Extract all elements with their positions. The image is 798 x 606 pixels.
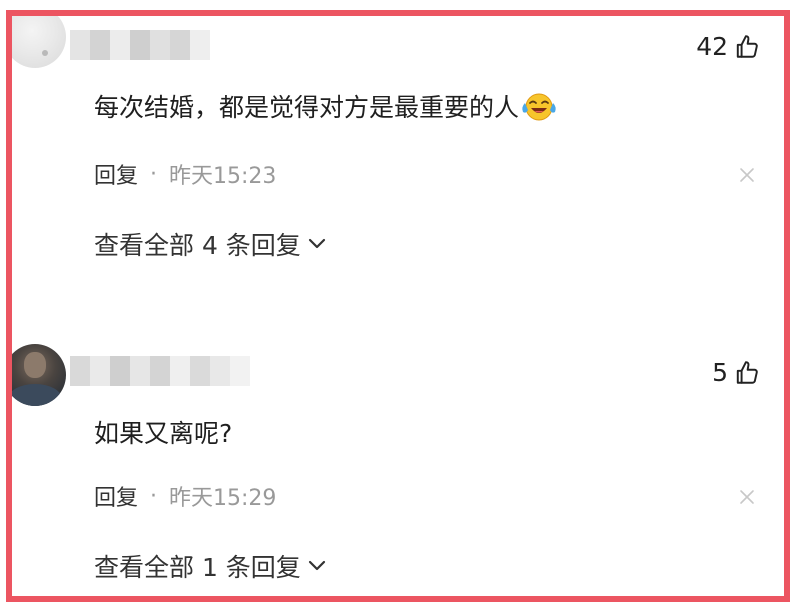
like-count: 42 xyxy=(696,32,728,61)
like-count: 5 xyxy=(712,358,728,387)
thumbs-up-icon[interactable] xyxy=(734,34,760,60)
like-control[interactable]: 5 xyxy=(712,358,760,387)
comment-meta: 回复 · 昨天15:29 xyxy=(94,480,276,512)
close-button[interactable] xyxy=(738,488,756,506)
like-control[interactable]: 42 xyxy=(696,32,760,61)
comment-text-body: 如果又离呢? xyxy=(94,419,233,448)
reply-button[interactable]: 回复 xyxy=(94,158,138,190)
face-with-tears-of-joy-icon xyxy=(522,93,556,121)
view-all-replies-button[interactable]: 查看全部 1 条回复 xyxy=(94,548,327,584)
close-button[interactable] xyxy=(738,166,756,184)
timestamp: 昨天15:23 xyxy=(169,164,277,189)
close-icon xyxy=(740,490,754,504)
avatar-detail xyxy=(42,50,48,56)
chevron-down-icon xyxy=(308,238,325,249)
avatar-detail xyxy=(12,384,62,406)
view-replies-label: 查看全部 4 条回复 xyxy=(94,231,301,260)
separator-dot: · xyxy=(150,483,158,509)
comment-text-body: 每次结婚，都是觉得对方是最重要的人 xyxy=(94,93,520,122)
comment-meta: 回复 · 昨天15:23 xyxy=(94,158,276,190)
avatar-detail xyxy=(24,352,46,378)
separator-dot: · xyxy=(150,161,158,187)
avatar[interactable] xyxy=(12,344,66,406)
timestamp: 昨天15:29 xyxy=(169,486,277,511)
view-all-replies-button[interactable]: 查看全部 4 条回复 xyxy=(94,226,327,262)
avatar[interactable] xyxy=(12,16,66,68)
username-blurred[interactable] xyxy=(70,356,250,386)
view-replies-label: 查看全部 1 条回复 xyxy=(94,553,301,582)
chevron-down-icon xyxy=(308,560,325,571)
thumbs-up-icon[interactable] xyxy=(734,360,760,386)
close-icon xyxy=(740,168,754,182)
username-blurred[interactable] xyxy=(70,30,210,60)
comments-panel: 42 每次结婚，都是觉得对方是最重要的人 回复 · 昨天15:23 查看全部 4… xyxy=(6,10,790,602)
comment-text: 如果又离呢? xyxy=(94,414,232,450)
comment-text: 每次结婚，都是觉得对方是最重要的人 xyxy=(94,88,557,124)
reply-button[interactable]: 回复 xyxy=(94,480,138,512)
